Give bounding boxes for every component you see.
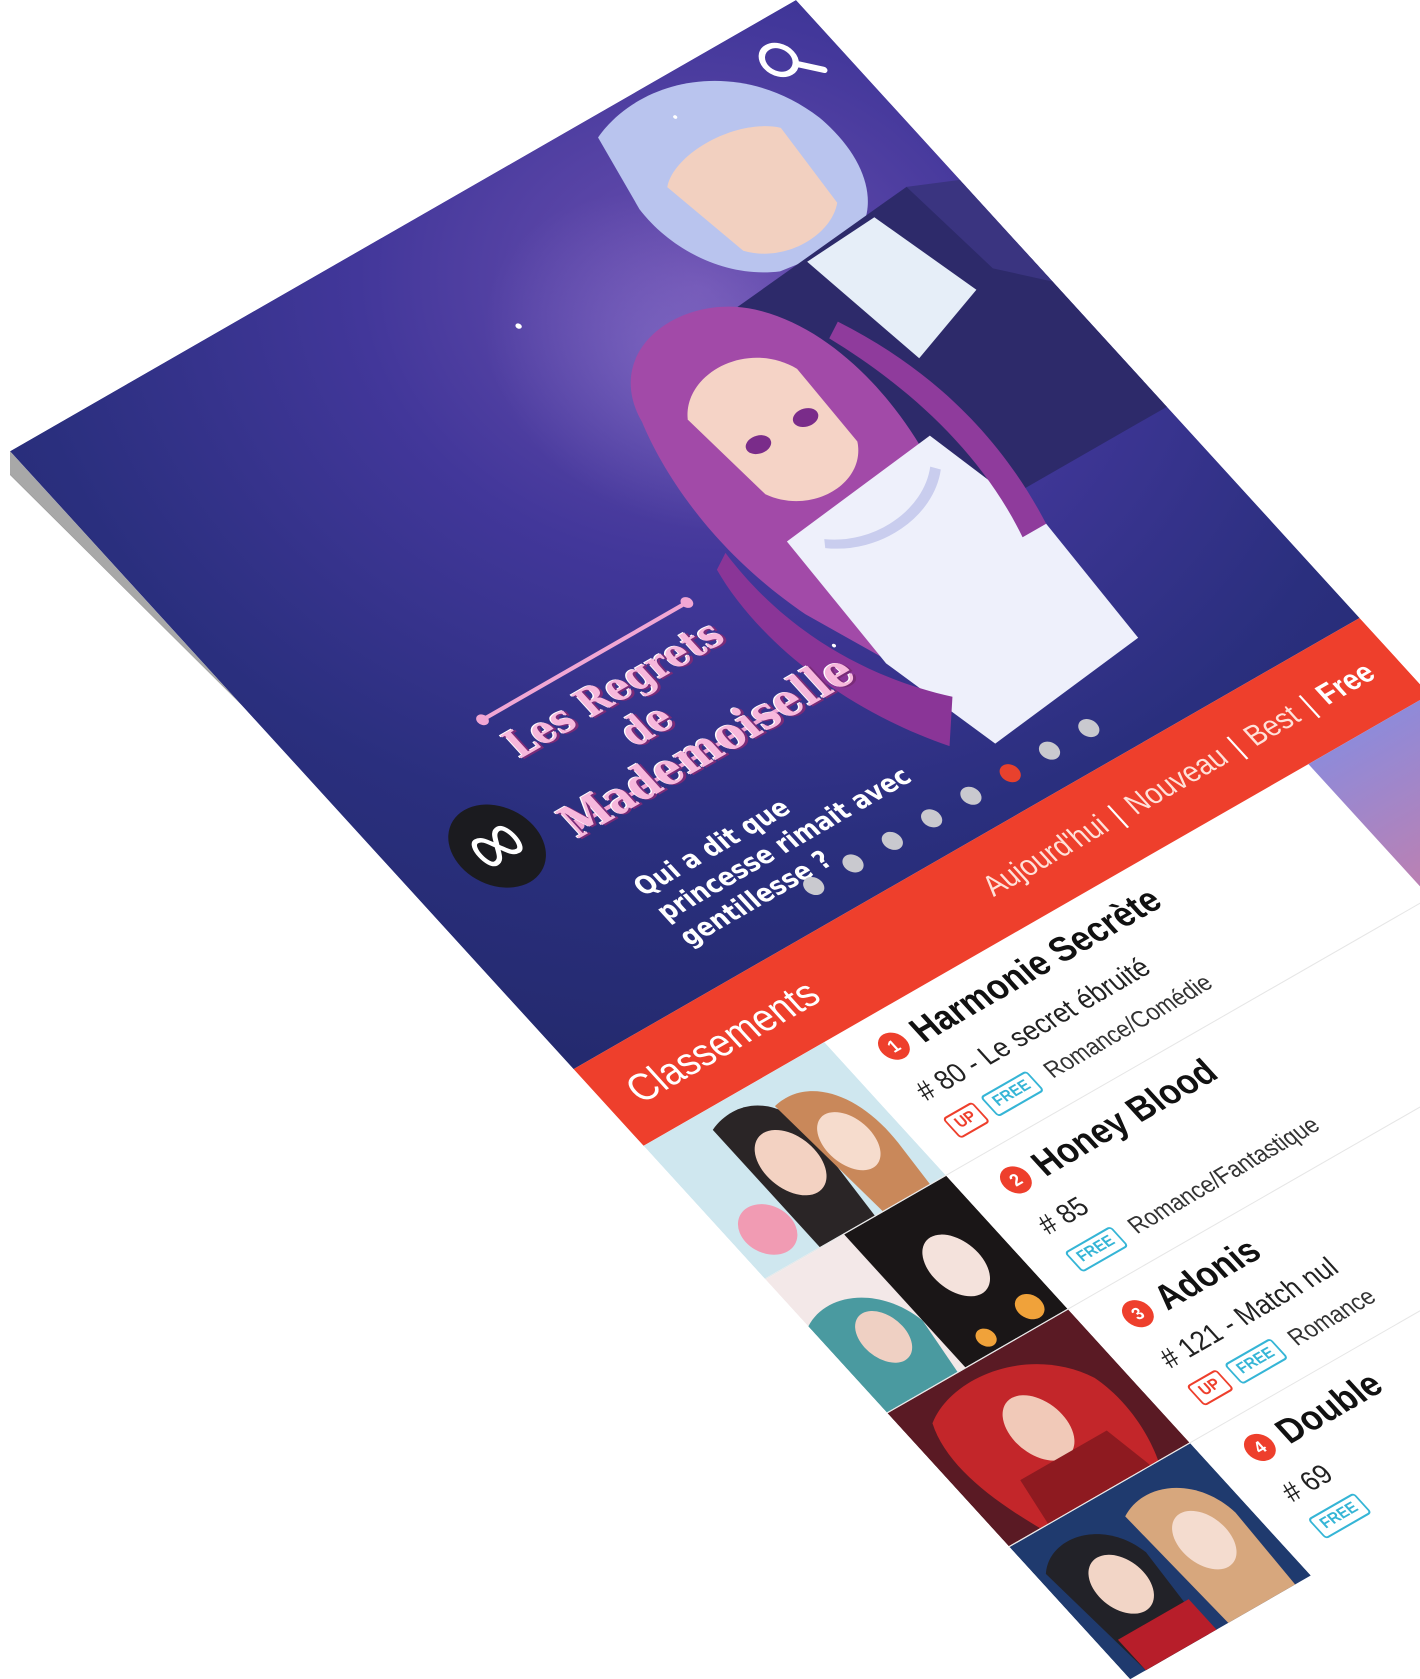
up-badge: UP [1186, 1368, 1235, 1407]
rank-number: 2 [993, 1161, 1039, 1199]
free-badge: FREE [1307, 1492, 1372, 1540]
filter-free[interactable]: Free [1309, 657, 1383, 712]
filter-best[interactable]: Best [1237, 699, 1308, 753]
free-badge: FREE [1223, 1337, 1289, 1385]
filter-new[interactable]: Nouveau [1117, 741, 1236, 822]
brand-logo-icon [471, 826, 523, 867]
rank-number: 3 [1115, 1295, 1161, 1333]
free-badge: FREE [979, 1070, 1045, 1118]
up-badge: UP [942, 1101, 991, 1139]
rank-number: 1 [871, 1027, 917, 1065]
free-badge: FREE [1064, 1225, 1129, 1273]
rank-number: 4 [1237, 1428, 1283, 1466]
